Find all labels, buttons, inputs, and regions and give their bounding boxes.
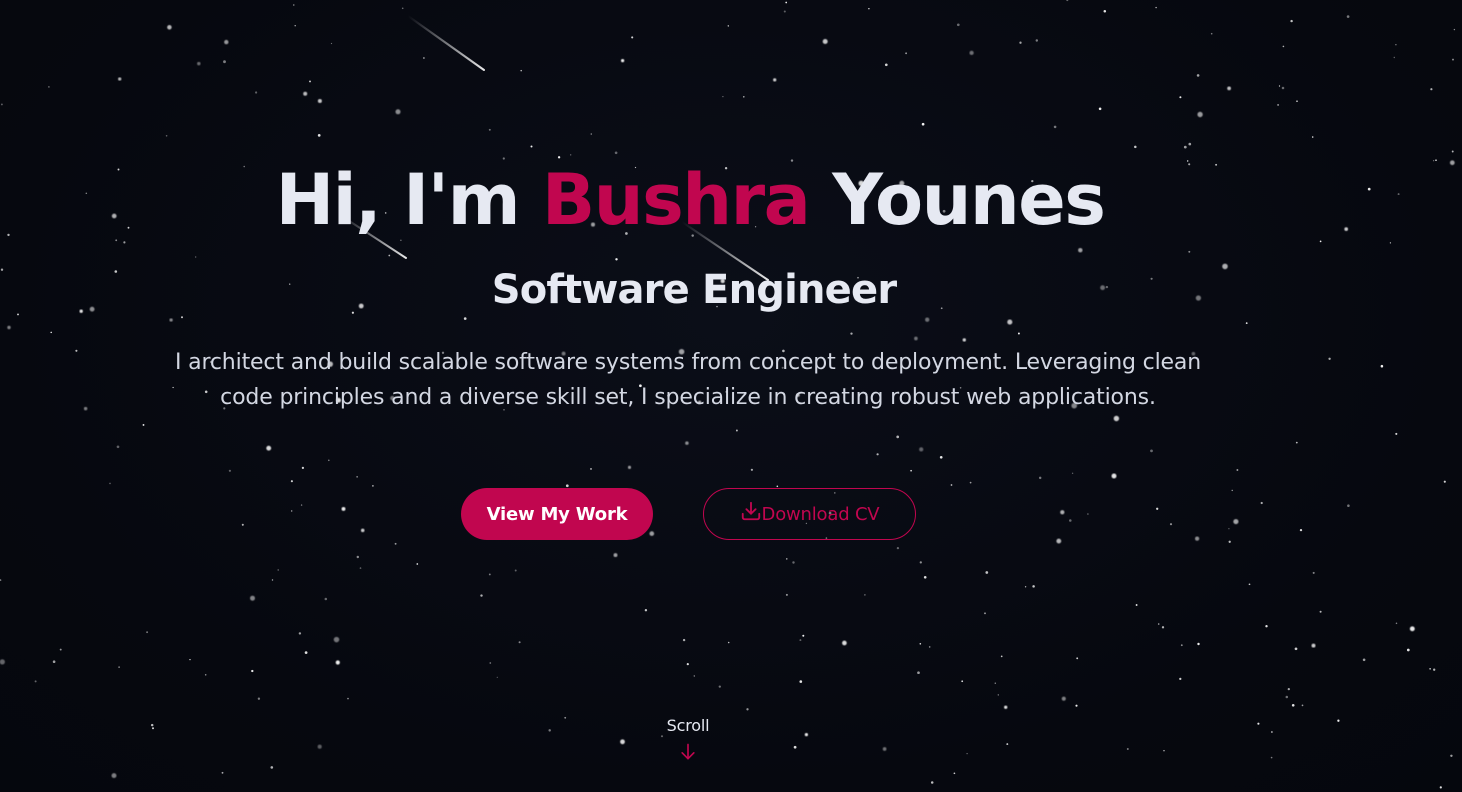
arrow-down-icon: [681, 743, 695, 760]
role-subtitle: Software Engineer: [491, 267, 897, 313]
view-my-work-label: View My Work: [486, 503, 628, 525]
last-name-text: Younes: [809, 159, 1106, 241]
hero-description: I architect and build scalable software …: [174, 350, 1202, 410]
download-icon: [741, 501, 760, 521]
hero-content: Hi, I'm Bushra Younes Software Engineer …: [0, 0, 1462, 792]
first-name-text: Bushra: [541, 159, 811, 241]
scroll-label: Scroll: [666, 716, 710, 735]
hero-title: Hi, I'm Bushra Younes: [0, 160, 1380, 241]
hero-section: Hi, I'm Bushra Younes Software Engineer …: [0, 0, 1462, 792]
scroll-indicator[interactable]: Scroll: [638, 716, 738, 763]
greeting-text: Hi, I'm: [275, 159, 542, 241]
view-my-work-button[interactable]: View My Work: [461, 488, 653, 540]
download-cv-label: Download CV: [761, 503, 880, 525]
download-cv-button[interactable]: Download CV: [703, 488, 916, 540]
